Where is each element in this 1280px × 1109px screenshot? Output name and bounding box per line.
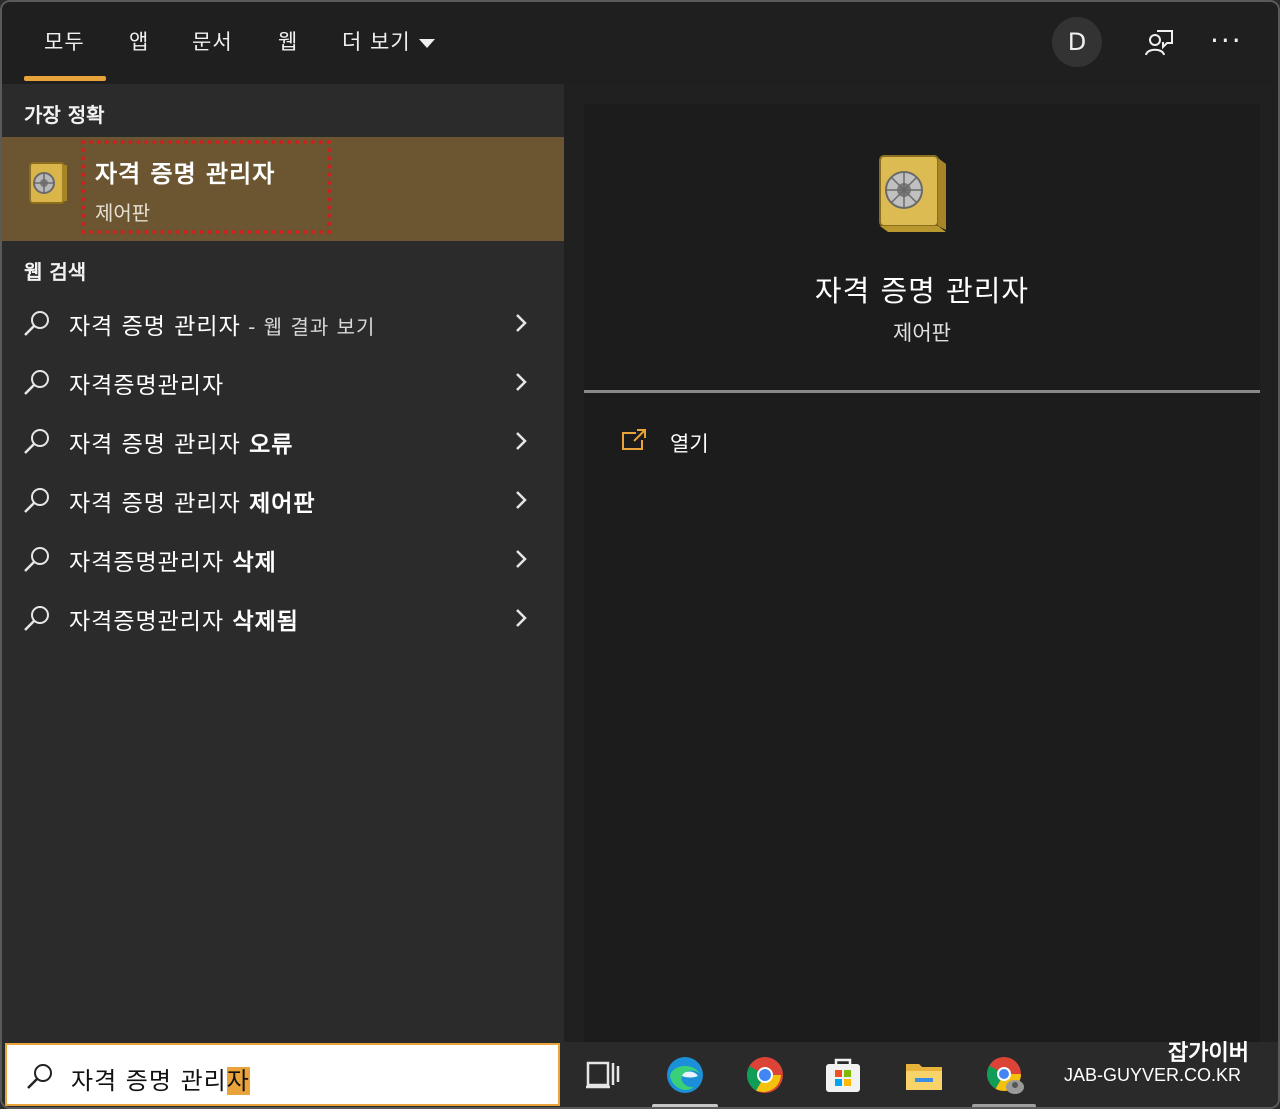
row-query-completion: 삭제 bbox=[232, 550, 277, 576]
safe-icon bbox=[29, 162, 67, 204]
web-search-row-label: 자격 증명 관리자 - 웹 결과 보기 bbox=[69, 307, 375, 341]
task-view-icon[interactable] bbox=[582, 1054, 624, 1096]
web-search-row[interactable]: 자격증명관리자 삭제 bbox=[2, 531, 564, 585]
search-icon bbox=[24, 606, 49, 631]
feedback-icon[interactable] bbox=[1143, 27, 1175, 59]
web-search-row[interactable]: 자격 증명 관리자 오류 bbox=[2, 413, 564, 467]
chrome-profile-running-indicator bbox=[972, 1104, 1036, 1107]
search-window: 모두 앱 문서 웹 더 보기 D ··· 가장 정확 자격 증명 관리자 제어판… bbox=[0, 0, 1280, 1109]
row-query: 자격증명관리자 bbox=[69, 550, 233, 576]
web-search-heading: 웹 검색 bbox=[24, 260, 87, 284]
web-search-row-label: 자격 증명 관리자 제어판 bbox=[69, 484, 316, 518]
chrome-profile-icon[interactable] bbox=[984, 1054, 1026, 1096]
search-icon bbox=[24, 311, 49, 336]
store-icon[interactable] bbox=[822, 1054, 864, 1096]
row-query: 자격 증명 관리자 bbox=[69, 491, 250, 517]
tab-web[interactable]: 웹 bbox=[278, 26, 298, 56]
chevron-right-icon[interactable] bbox=[512, 606, 530, 630]
edge-icon[interactable] bbox=[664, 1054, 706, 1096]
search-icon bbox=[24, 488, 49, 513]
search-query-typed: 자격 증명 관리 bbox=[71, 1067, 227, 1095]
tab-documents[interactable]: 문서 bbox=[192, 26, 233, 56]
web-search-row[interactable]: 자격증명관리자 bbox=[2, 354, 564, 408]
ellipsis-icon[interactable]: ··· bbox=[1210, 24, 1243, 57]
edge-active-indicator bbox=[652, 1104, 718, 1107]
web-search-row[interactable]: 자격증명관리자 삭제됨 bbox=[2, 590, 564, 644]
search-query: 자격 증명 관리자 bbox=[71, 1061, 250, 1096]
row-query: 자격증명관리자 bbox=[69, 373, 225, 399]
search-icon bbox=[24, 370, 49, 395]
search-icon bbox=[24, 547, 49, 572]
search-icon bbox=[27, 1064, 52, 1089]
row-query-completion: 삭제됨 bbox=[232, 609, 299, 635]
chevron-right-icon[interactable] bbox=[512, 311, 530, 335]
file-explorer-icon[interactable] bbox=[903, 1054, 945, 1096]
taskbar-search-input[interactable]: 자격 증명 관리자 bbox=[5, 1043, 560, 1106]
detail-divider bbox=[584, 390, 1260, 393]
search-query-selected: 자 bbox=[226, 1067, 250, 1095]
tab-more[interactable]: 더 보기 bbox=[342, 26, 435, 56]
open-action-label: 열기 bbox=[670, 432, 709, 456]
annotation-highlight-box bbox=[81, 140, 331, 234]
web-search-row[interactable]: 자격 증명 관리자 제어판 bbox=[2, 472, 564, 526]
chrome-icon[interactable] bbox=[744, 1054, 786, 1096]
detail-title: 자격 증명 관리자 bbox=[814, 274, 1030, 308]
search-icon bbox=[24, 429, 49, 454]
watermark-korean: 잡가이버 bbox=[1168, 1041, 1249, 1066]
caret-down-icon bbox=[418, 38, 435, 48]
tab-apps[interactable]: 앱 bbox=[129, 26, 149, 56]
best-match-heading: 가장 정확 bbox=[24, 103, 105, 127]
open-action[interactable]: 열기 bbox=[620, 424, 820, 464]
safe-icon bbox=[879, 155, 946, 232]
chevron-right-icon[interactable] bbox=[512, 429, 530, 453]
web-search-row[interactable]: 자격 증명 관리자 - 웹 결과 보기 bbox=[2, 295, 564, 349]
filter-tab-bar: 모두 앱 문서 웹 더 보기 D ··· bbox=[2, 2, 1278, 84]
row-query: 자격 증명 관리자 bbox=[69, 314, 241, 340]
row-query: 자격 증명 관리자 bbox=[69, 432, 250, 458]
active-tab-indicator bbox=[24, 76, 106, 81]
row-query-completion: 제어판 bbox=[249, 491, 316, 517]
web-search-row-label: 자격 증명 관리자 오류 bbox=[69, 425, 293, 459]
chevron-right-icon[interactable] bbox=[512, 547, 530, 571]
tab-more-label: 더 보기 bbox=[342, 30, 411, 54]
watermark-url: JAB-GUYVER.CO.KR bbox=[1064, 1065, 1242, 1085]
account-avatar[interactable]: D bbox=[1052, 17, 1102, 67]
chevron-right-icon[interactable] bbox=[512, 370, 530, 394]
web-search-row-label: 자격증명관리자 삭제 bbox=[69, 543, 277, 577]
row-suffix: - 웹 결과 보기 bbox=[240, 315, 376, 339]
detail-panel: 자격 증명 관리자 제어판 열기 bbox=[584, 104, 1260, 1042]
web-search-row-label: 자격증명관리자 bbox=[69, 366, 224, 400]
tab-all[interactable]: 모두 bbox=[44, 26, 85, 56]
detail-subtitle: 제어판 bbox=[893, 321, 951, 345]
web-search-row-label: 자격증명관리자 삭제됨 bbox=[69, 602, 299, 636]
open-icon bbox=[622, 429, 646, 450]
row-query: 자격증명관리자 bbox=[69, 609, 233, 635]
chevron-right-icon[interactable] bbox=[512, 488, 530, 512]
best-match-result[interactable]: 자격 증명 관리자 제어판 bbox=[2, 137, 564, 241]
row-query-completion: 오류 bbox=[249, 432, 294, 458]
results-panel: 가장 정확 자격 증명 관리자 제어판 웹 검색 자격 증명 관리자 - 웹 결… bbox=[2, 84, 564, 1042]
